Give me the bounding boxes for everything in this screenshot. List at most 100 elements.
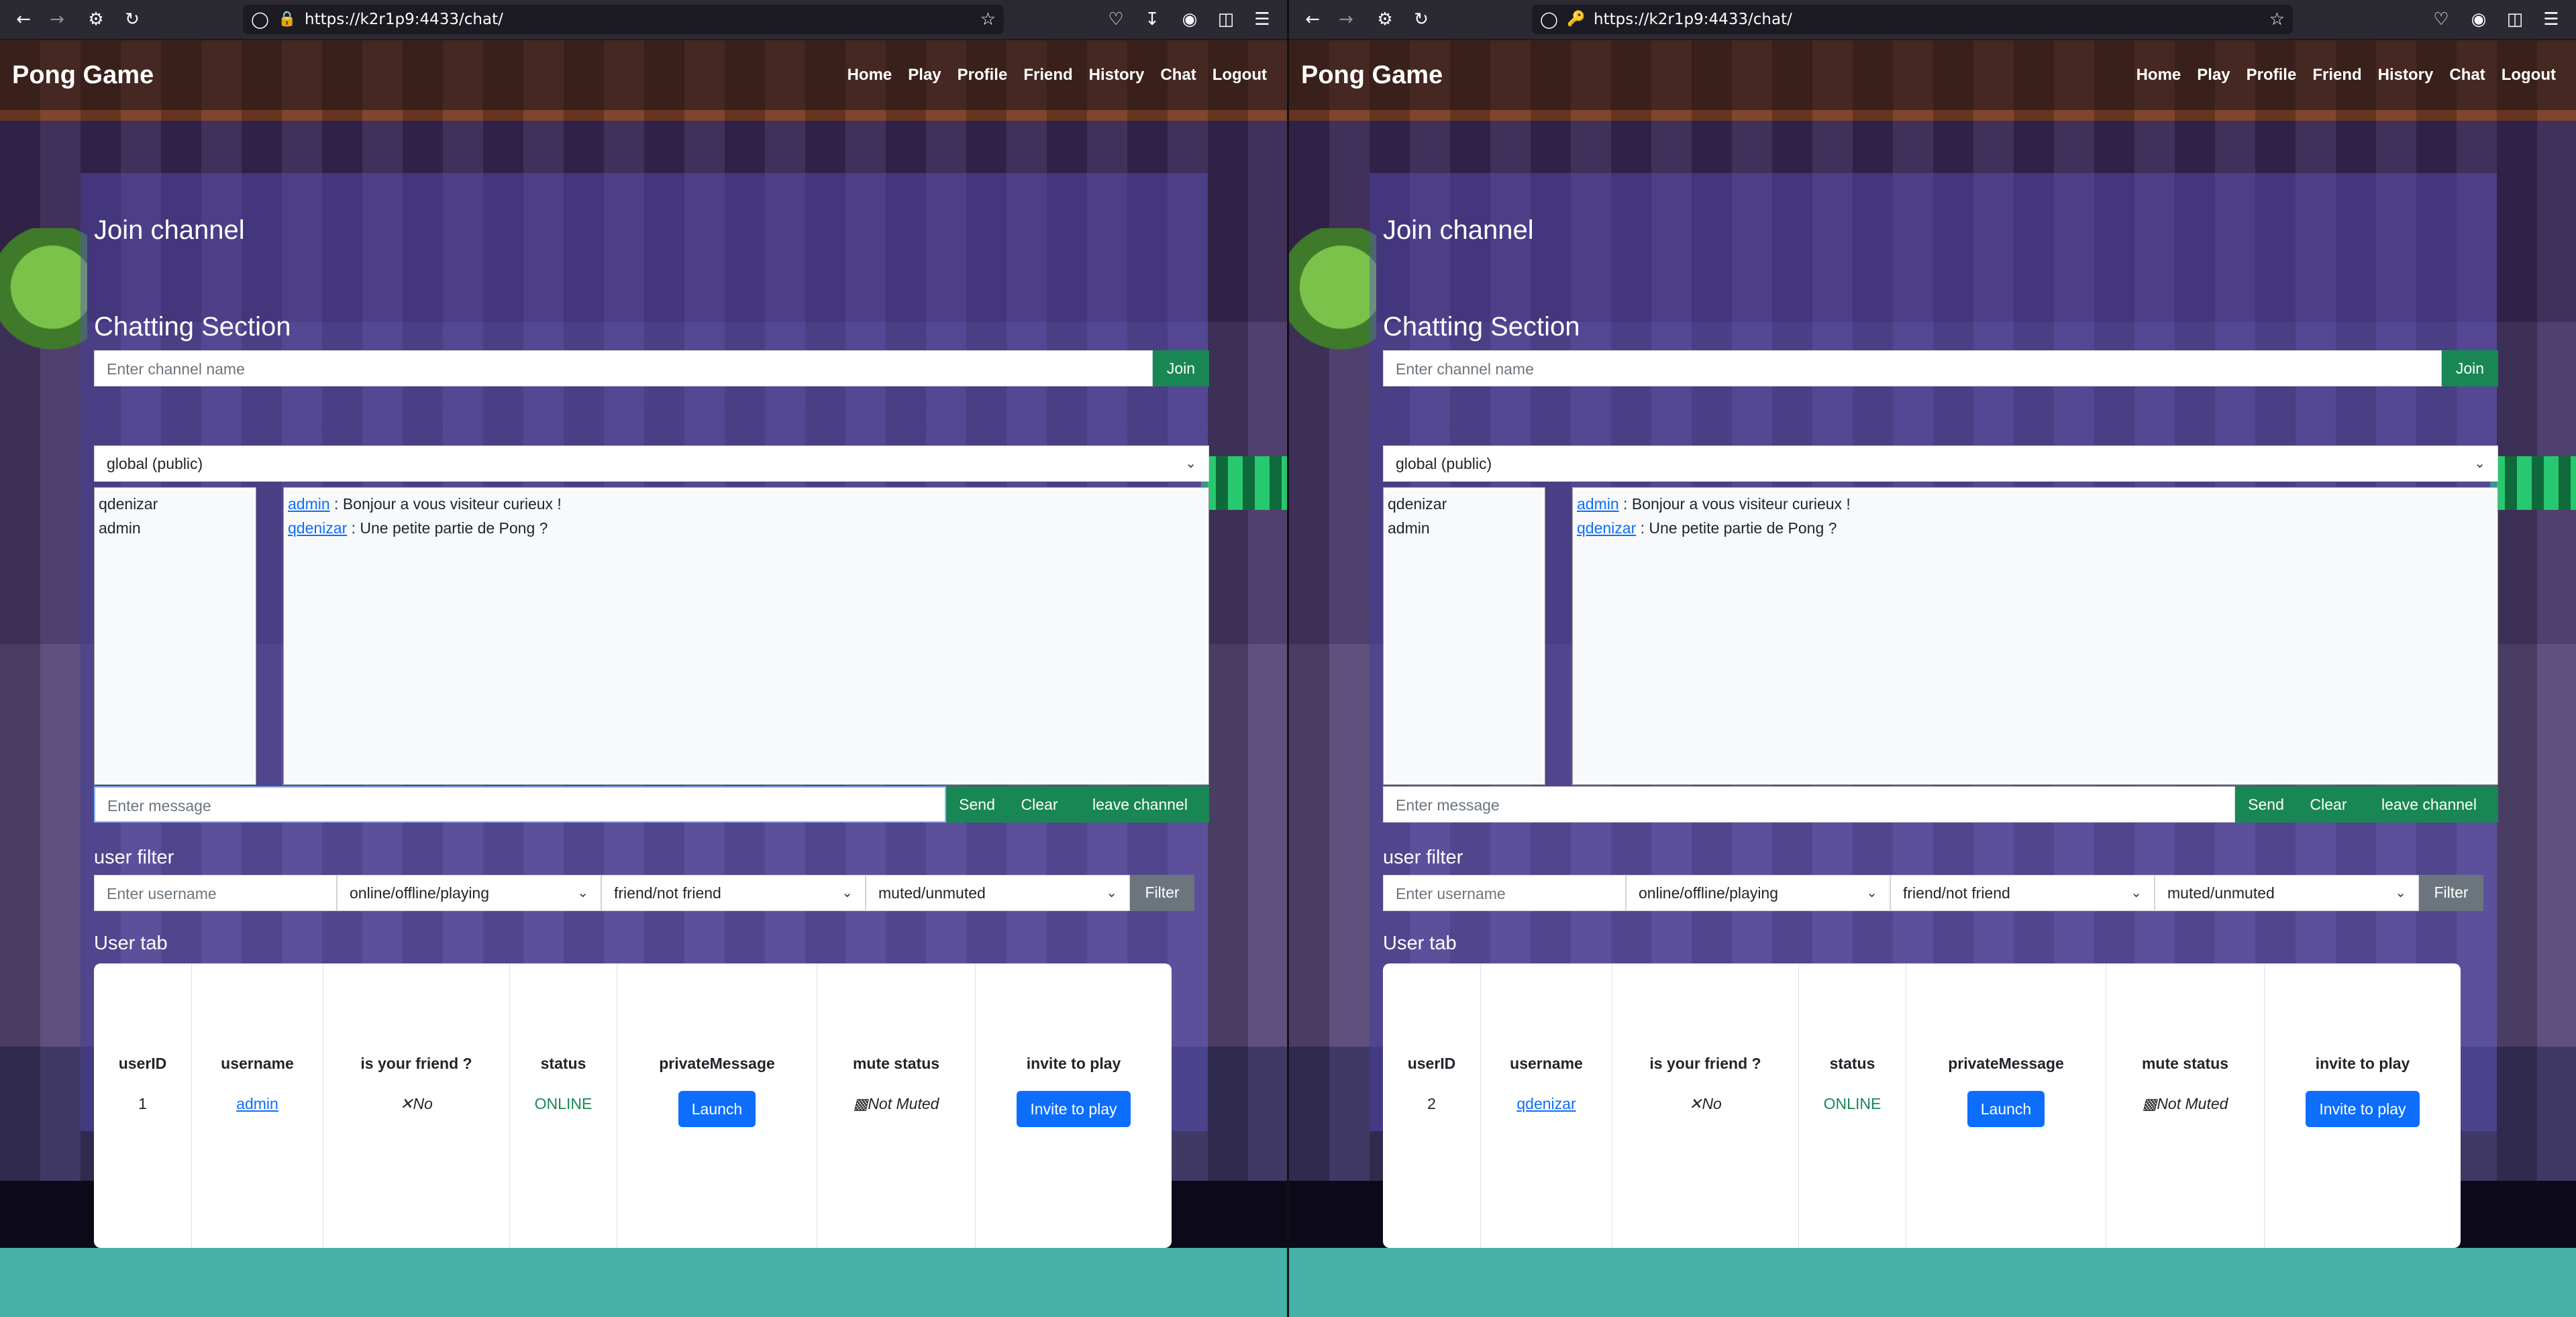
header-invite: invite to play <box>1026 1055 1121 1072</box>
nav-friend[interactable]: Friend <box>2312 63 2361 87</box>
col-friend: is your friend ? ✕No <box>1612 963 1799 1248</box>
chat-author-link[interactable]: qdenizar <box>1577 519 1636 537</box>
pocket-icon[interactable]: ♡ <box>1103 7 1129 32</box>
launch-button[interactable]: Launch <box>1967 1091 2045 1127</box>
join-button[interactable]: Join <box>1153 350 1209 386</box>
launch-button[interactable]: Launch <box>678 1091 756 1127</box>
reload-icon[interactable]: ↻ <box>119 7 145 32</box>
friend-filter-select[interactable]: friend/not friend ⌄ <box>601 875 866 911</box>
join-button[interactable]: Join <box>2442 350 2498 386</box>
nav-play[interactable]: Play <box>2197 63 2230 87</box>
nav-logout[interactable]: Logout <box>2502 63 2556 87</box>
filter-button[interactable]: Filter <box>2419 875 2483 911</box>
leave-channel-button[interactable]: leave channel <box>2360 786 2498 823</box>
nav-profile[interactable]: Profile <box>958 63 1008 87</box>
leave-channel-button[interactable]: leave channel <box>1071 786 1209 823</box>
nav-friend[interactable]: Friend <box>1023 63 1072 87</box>
account-icon[interactable]: ◉ <box>2466 7 2491 32</box>
user-list-item[interactable]: qdenizar <box>1388 492 1541 516</box>
channel-users-list[interactable]: qdenizar admin <box>94 487 256 785</box>
send-button[interactable]: Send <box>946 786 1008 823</box>
user-list-item[interactable]: qdenizar <box>99 492 252 516</box>
url-text[interactable]: https://k2r1p9:4433/chat/ <box>1594 7 1792 32</box>
nav-logout[interactable]: Logout <box>1213 63 1267 87</box>
channel-name-input[interactable]: Enter channel name <box>94 350 1153 386</box>
mute-filter-select[interactable]: muted/unmuted ⌄ <box>866 875 1130 911</box>
brand-logo[interactable]: Pong Game <box>12 59 154 91</box>
filter-username-input[interactable]: Enter username <box>94 875 337 911</box>
lock-icon[interactable]: 🔒 <box>278 7 296 32</box>
status-filter-select[interactable]: online/offline/playing ⌄ <box>1626 875 1890 911</box>
url-text[interactable]: https://k2r1p9:4433/chat/ <box>305 7 503 32</box>
status-filter-value: online/offline/playing <box>1639 884 1779 902</box>
menu-icon[interactable]: ☰ <box>1249 7 1275 32</box>
chat-author-link[interactable]: admin <box>1577 495 1619 513</box>
username-link[interactable]: qdenizar <box>1516 1095 1576 1112</box>
settings-icon[interactable]: ⚙ <box>83 7 109 32</box>
settings-icon[interactable]: ⚙ <box>1372 7 1398 32</box>
cell-username: qdenizar <box>1481 1092 1612 1115</box>
back-icon[interactable]: ← <box>11 7 36 32</box>
join-channel-title: Join channel <box>1383 215 1534 245</box>
channel-select[interactable]: global (public) ⌄ <box>94 445 1209 482</box>
user-list-item[interactable]: admin <box>99 516 252 540</box>
channel-name-input[interactable]: Enter channel name <box>1383 350 2442 386</box>
forward-icon[interactable]: → <box>44 7 70 32</box>
message-input[interactable]: Enter message <box>94 786 946 823</box>
invite-to-play-button[interactable]: Invite to play <box>2306 1091 2420 1127</box>
forward-icon[interactable]: → <box>1333 7 1359 32</box>
nav-home[interactable]: Home <box>2136 63 2181 87</box>
url-bar[interactable]: ◯ 🔑 https://k2r1p9:4433/chat/ ☆ <box>1532 5 2293 34</box>
friend-filter-select[interactable]: friend/not friend ⌄ <box>1890 875 2155 911</box>
browser-window-right: ← → ⚙ ↻ ◯ 🔑 https://k2r1p9:4433/chat/ ☆ … <box>1289 0 2576 1317</box>
cell-mute: ▩Not Muted <box>2106 1092 2264 1115</box>
col-status: status ONLINE <box>510 963 617 1248</box>
brand-logo[interactable]: Pong Game <box>1301 59 1443 91</box>
user-list-item[interactable]: admin <box>1388 516 1541 540</box>
cell-friend: ✕No <box>1612 1092 1798 1115</box>
back-icon[interactable]: ← <box>1300 7 1325 32</box>
invite-to-play-button[interactable]: Invite to play <box>1017 1091 1131 1127</box>
extensions-icon[interactable]: ◫ <box>2502 7 2528 32</box>
shield-icon[interactable]: ◯ <box>251 7 269 32</box>
bookmark-star-icon[interactable]: ☆ <box>980 7 996 32</box>
pocket-icon[interactable]: ♡ <box>2428 7 2454 32</box>
clear-button[interactable]: Clear <box>1008 786 1071 823</box>
nav-home[interactable]: Home <box>847 63 892 87</box>
x-icon: ✕ <box>1689 1095 1702 1112</box>
mute-filter-select[interactable]: muted/unmuted ⌄ <box>2155 875 2419 911</box>
username-link[interactable]: admin <box>236 1095 278 1112</box>
user-tab-title: User tab <box>1383 933 1457 954</box>
nav-history[interactable]: History <box>2378 63 2434 87</box>
url-bar[interactable]: ◯ 🔒 https://k2r1p9:4433/chat/ ☆ <box>243 5 1004 34</box>
status-filter-select[interactable]: online/offline/playing ⌄ <box>337 875 601 911</box>
reload-icon[interactable]: ↻ <box>1408 7 1434 32</box>
cell-invite: Invite to play <box>976 1091 1172 1127</box>
friend-value: No <box>413 1095 433 1112</box>
menu-icon[interactable]: ☰ <box>2538 7 2564 32</box>
account-icon[interactable]: ◉ <box>1177 7 1202 32</box>
filter-button[interactable]: Filter <box>1130 875 1194 911</box>
nav-profile[interactable]: Profile <box>2247 63 2297 87</box>
nav-chat[interactable]: Chat <box>2449 63 2485 87</box>
chat-author-link[interactable]: admin <box>288 495 330 513</box>
shield-icon[interactable]: ◯ <box>1540 7 1558 32</box>
bookmark-star-icon[interactable]: ☆ <box>2269 7 2285 32</box>
mute-filter-value: muted/unmuted <box>2167 884 2275 902</box>
extensions-icon[interactable]: ◫ <box>1213 7 1239 32</box>
downloads-icon[interactable]: ↧ <box>1139 7 1165 32</box>
message-input[interactable]: Enter message <box>1383 786 2235 823</box>
channel-users-list[interactable]: qdenizar admin <box>1383 487 1545 785</box>
header-status: status <box>540 1055 586 1072</box>
send-button[interactable]: Send <box>2235 786 2297 823</box>
clear-button[interactable]: Clear <box>2297 786 2360 823</box>
nav-history[interactable]: History <box>1089 63 1145 87</box>
channel-select[interactable]: global (public) ⌄ <box>1383 445 2498 482</box>
nav-play[interactable]: Play <box>908 63 941 87</box>
filter-username-input[interactable]: Enter username <box>1383 875 1626 911</box>
chat-author-link[interactable]: qdenizar <box>288 519 347 537</box>
user-filter-title: user filter <box>1383 847 1463 868</box>
cell-status: ONLINE <box>534 1095 593 1112</box>
nav-chat[interactable]: Chat <box>1160 63 1196 87</box>
key-icon[interactable]: 🔑 <box>1567 7 1585 32</box>
